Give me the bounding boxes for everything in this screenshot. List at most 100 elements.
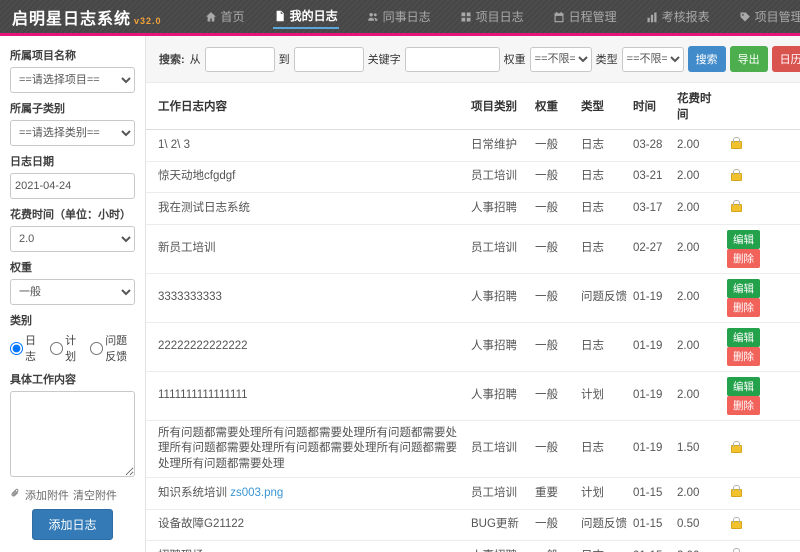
nav-item-schedule[interactable]: 日程管理 <box>552 5 618 28</box>
log-date: 01-19 <box>630 273 674 322</box>
nav-item-project-admin[interactable]: 项目管理 <box>738 5 800 28</box>
nav-item-reports[interactable]: 考核报表 <box>645 5 711 28</box>
project-select[interactable]: ==请选择项目== <box>10 67 135 93</box>
file-icon <box>274 10 286 22</box>
date-from-input[interactable] <box>205 47 275 72</box>
table-row: 所有问题都需要处理所有问题都需要处理所有问题都需要处理所有问题都需要处理所有问题… <box>146 420 800 478</box>
log-hours: 1.50 <box>674 420 724 478</box>
edit-button[interactable]: 编辑 <box>727 328 760 347</box>
category-radio-log[interactable]: 日志 <box>10 332 38 364</box>
table-row: 1111111111111111 人事招聘 一般 计划 01-19 2.00 编… <box>146 371 800 420</box>
lock-icon <box>731 489 742 497</box>
table-row: 知识系统培训 zs003.png 员工培训 重要 计划 01-15 2.00 <box>146 478 800 510</box>
nav-item-project-logs[interactable]: 项目日志 <box>459 5 525 28</box>
column-header-4: 时间 <box>630 83 674 130</box>
log-weight: 重要 <box>532 478 578 510</box>
log-date: 02-27 <box>630 224 674 273</box>
nav-item-colleague-logs[interactable]: 同事日志 <box>366 5 432 28</box>
category-radio-plan[interactable]: 计划 <box>50 332 78 364</box>
column-header-3: 类型 <box>578 83 630 130</box>
log-type: 计划 <box>578 371 630 420</box>
table-row: 惊天动地cfgdgf 员工培训 一般 日志 03-21 2.00 <box>146 161 800 193</box>
category-radio-input-plan[interactable] <box>50 342 63 355</box>
table-row: 设备故障G21122 BUG更新 一般 问题反馈 01-15 0.50 <box>146 509 800 541</box>
weight-select[interactable]: 一般 <box>10 279 135 305</box>
column-header-5: 花费时间 <box>674 83 724 130</box>
log-date: 03-17 <box>630 193 674 225</box>
lock-icon <box>731 173 742 181</box>
lock-icon <box>731 141 742 149</box>
log-type: 日志 <box>578 420 630 478</box>
app-window: 启明星日志系统v32.0 首页 我的日志 同事日志 项目日志 日程管理 考核报表… <box>0 0 800 552</box>
category-radio-input-feedback[interactable] <box>90 342 103 355</box>
log-weight: 一般 <box>532 224 578 273</box>
log-date: 01-19 <box>630 322 674 371</box>
app-version: v32.0 <box>134 16 162 26</box>
date-to-input[interactable] <box>294 47 364 72</box>
clear-attachment-link[interactable]: 清空附件 <box>73 487 117 503</box>
log-attachment-link[interactable]: zs003.png <box>230 487 283 499</box>
table-row: 22222222222222 人事招聘 一般 日志 01-19 2.00 编辑 … <box>146 322 800 371</box>
add-log-button[interactable]: 添加日志 <box>32 509 112 540</box>
category-radio-feedback[interactable]: 问题反馈 <box>90 332 135 364</box>
log-hours: 0.50 <box>674 509 724 541</box>
category-radio-input-log[interactable] <box>10 342 23 355</box>
lock-icon <box>731 204 742 212</box>
log-date: 03-28 <box>630 130 674 162</box>
category-label: 类别 <box>10 312 135 328</box>
table-row: 新员工培训 员工培训 一般 日志 02-27 2.00 编辑 删除 <box>146 224 800 273</box>
log-category: 员工培训 <box>468 224 532 273</box>
log-category: 员工培训 <box>468 420 532 478</box>
log-type: 问题反馈 <box>578 273 630 322</box>
grid-icon <box>460 11 472 23</box>
table-header-row: 工作日志内容项目类别权重类型时间花费时间 <box>146 83 800 130</box>
delete-button[interactable]: 删除 <box>727 396 760 415</box>
search-type-select[interactable]: ==不限== <box>622 47 684 72</box>
log-hours: 2.00 <box>674 130 724 162</box>
log-category: BUG更新 <box>468 509 532 541</box>
log-content-text: 1\ 2\ 3 <box>158 139 190 151</box>
users-icon <box>367 11 379 23</box>
app-logo: 启明星日志系统v32.0 <box>12 5 162 29</box>
main-nav: 首页 我的日志 同事日志 项目日志 日程管理 考核报表 项目管理 <box>204 4 800 29</box>
log-table-body: 1\ 2\ 3 日常维护 一般 日志 03-28 2.00 惊天动地cfgdgf… <box>146 130 800 552</box>
delete-button[interactable]: 删除 <box>727 249 760 268</box>
log-category: 人事招聘 <box>468 193 532 225</box>
edit-button[interactable]: 编辑 <box>727 377 760 396</box>
log-type: 日志 <box>578 224 630 273</box>
nav-item-home[interactable]: 首页 <box>204 5 246 28</box>
log-date-input[interactable] <box>10 173 135 199</box>
log-date: 01-19 <box>630 420 674 478</box>
log-category: 人事招聘 <box>468 541 532 552</box>
subcategory-select[interactable]: ==请选择类别== <box>10 120 135 146</box>
log-content-text: 知识系统培训 <box>158 487 227 499</box>
search-weight-select[interactable]: ==不限== <box>530 47 592 72</box>
work-content-textarea[interactable] <box>10 391 135 477</box>
search-button[interactable]: 搜索 <box>688 46 726 72</box>
hours-select[interactable]: 2.0 <box>10 226 135 252</box>
log-list-panel: 搜索: 从 到 关键字 权重 ==不限== 类型 ==不限== 搜索 导出 日历… <box>146 36 800 552</box>
log-content-text: 设备故障G21122 <box>158 518 244 530</box>
column-header-6 <box>724 83 800 130</box>
project-label: 所属项目名称 <box>10 47 135 63</box>
log-date: 01-19 <box>630 371 674 420</box>
top-navbar: 启明星日志系统v32.0 首页 我的日志 同事日志 项目日志 日程管理 考核报表… <box>0 0 800 33</box>
log-type: 日志 <box>578 322 630 371</box>
log-category: 员工培训 <box>468 161 532 193</box>
log-weight: 一般 <box>532 322 578 371</box>
attachment-row: 添加附件 清空附件 <box>10 487 135 503</box>
calendar-icon <box>553 11 565 23</box>
edit-button[interactable]: 编辑 <box>727 230 760 249</box>
log-category: 员工培训 <box>468 478 532 510</box>
home-icon <box>205 11 217 23</box>
delete-button[interactable]: 删除 <box>727 298 760 317</box>
to-label: 到 <box>279 51 290 67</box>
export-button[interactable]: 导出 <box>730 46 768 72</box>
calendar-view-button[interactable]: 日历一览 <box>772 46 800 72</box>
add-attachment-link[interactable]: 添加附件 <box>25 487 69 503</box>
keyword-input[interactable] <box>405 47 500 72</box>
delete-button[interactable]: 删除 <box>727 347 760 366</box>
search-label: 搜索: <box>159 51 185 67</box>
nav-item-my-logs[interactable]: 我的日志 <box>273 4 339 29</box>
edit-button[interactable]: 编辑 <box>727 279 760 298</box>
